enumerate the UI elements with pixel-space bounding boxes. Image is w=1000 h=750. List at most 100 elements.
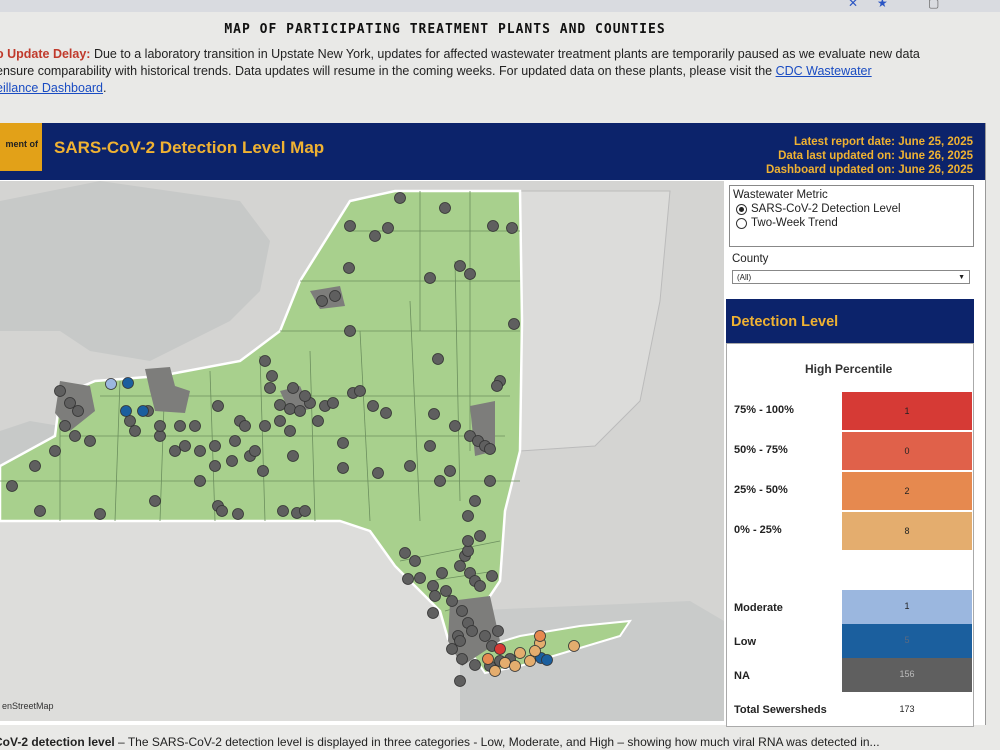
plant-marker[interactable] (429, 590, 441, 602)
plant-marker[interactable] (568, 640, 580, 652)
plant-marker[interactable] (239, 420, 251, 432)
plant-marker[interactable] (216, 505, 228, 517)
close-icon[interactable]: ✕ (848, 0, 858, 10)
plant-marker[interactable] (194, 445, 206, 457)
plant-marker[interactable] (316, 295, 328, 307)
cdc-dashboard-link[interactable]: CDC Wastewater (776, 64, 872, 78)
plant-marker[interactable] (482, 653, 494, 665)
plant-marker[interactable] (343, 262, 355, 274)
plant-marker[interactable] (380, 407, 392, 419)
plant-marker[interactable] (479, 630, 491, 642)
plant-marker[interactable] (372, 467, 384, 479)
plant-marker[interactable] (514, 647, 526, 659)
plant-marker[interactable] (120, 405, 132, 417)
plant-marker[interactable] (154, 430, 166, 442)
plant-marker[interactable] (440, 585, 452, 597)
plant-marker[interactable] (209, 440, 221, 452)
plant-marker[interactable] (399, 547, 411, 559)
plant-marker[interactable] (194, 475, 206, 487)
plant-marker[interactable] (474, 580, 486, 592)
plant-marker[interactable] (259, 355, 271, 367)
plant-marker[interactable] (469, 495, 481, 507)
plant-marker[interactable] (491, 380, 503, 392)
plant-marker[interactable] (129, 425, 141, 437)
plant-marker[interactable] (249, 445, 261, 457)
plant-marker[interactable] (344, 220, 356, 232)
plant-marker[interactable] (137, 405, 149, 417)
plant-marker[interactable] (394, 192, 406, 204)
metric-option-trend[interactable]: Two-Week Trend (736, 217, 973, 229)
cdc-dashboard-link-cont[interactable]: eillance Dashboard (0, 81, 103, 95)
plant-marker[interactable] (494, 643, 506, 655)
plant-marker[interactable] (174, 420, 186, 432)
plant-marker[interactable] (509, 660, 521, 672)
plant-marker[interactable] (492, 625, 504, 637)
plant-marker[interactable] (499, 657, 511, 669)
plant-marker[interactable] (484, 443, 496, 455)
bookmark-star-icon[interactable]: ★ (877, 0, 888, 10)
plant-marker[interactable] (486, 570, 498, 582)
plant-marker[interactable] (404, 460, 416, 472)
plant-marker[interactable] (489, 665, 501, 677)
plant-marker[interactable] (6, 480, 18, 492)
plant-marker[interactable] (154, 420, 166, 432)
plant-marker[interactable] (454, 635, 466, 647)
plant-marker[interactable] (427, 607, 439, 619)
plant-marker[interactable] (524, 655, 536, 667)
dashboard-tab[interactable]: ment of (0, 123, 42, 171)
plant-marker[interactable] (277, 505, 289, 517)
plant-marker[interactable] (284, 403, 296, 415)
county-select[interactable]: (All) ▼ (732, 270, 970, 284)
plant-marker[interactable] (424, 440, 436, 452)
plant-marker[interactable] (259, 420, 271, 432)
plant-marker[interactable] (337, 462, 349, 474)
plant-marker[interactable] (456, 653, 468, 665)
plant-marker[interactable] (264, 382, 276, 394)
plant-marker[interactable] (428, 408, 440, 420)
plant-marker[interactable] (312, 415, 324, 427)
plant-marker[interactable] (354, 385, 366, 397)
menu-icon[interactable]: ▢ (928, 0, 939, 10)
plant-marker[interactable] (49, 445, 61, 457)
plant-marker[interactable] (436, 567, 448, 579)
plant-marker[interactable] (209, 460, 221, 472)
plant-marker[interactable] (508, 318, 520, 330)
plant-marker[interactable] (367, 400, 379, 412)
plant-marker[interactable] (29, 460, 41, 472)
plant-marker[interactable] (122, 377, 134, 389)
plant-marker[interactable] (506, 222, 518, 234)
plant-marker[interactable] (229, 435, 241, 447)
plant-marker[interactable] (434, 475, 446, 487)
plant-marker[interactable] (287, 382, 299, 394)
plant-marker[interactable] (337, 437, 349, 449)
plant-marker[interactable] (212, 400, 224, 412)
plant-marker[interactable] (124, 415, 136, 427)
plant-marker[interactable] (444, 465, 456, 477)
plant-marker[interactable] (329, 290, 341, 302)
plant-marker[interactable] (484, 475, 496, 487)
plant-marker[interactable] (424, 272, 436, 284)
plant-marker[interactable] (94, 508, 106, 520)
plant-marker[interactable] (327, 397, 339, 409)
plant-marker[interactable] (469, 659, 481, 671)
plant-marker[interactable] (474, 530, 486, 542)
plant-marker[interactable] (149, 495, 161, 507)
plant-marker[interactable] (462, 535, 474, 547)
legend-row-na[interactable]: NA 156 (727, 658, 975, 692)
plant-marker[interactable] (169, 445, 181, 457)
plant-marker[interactable] (34, 505, 46, 517)
plant-marker[interactable] (454, 260, 466, 272)
plant-marker[interactable] (462, 545, 474, 557)
plant-marker[interactable] (466, 625, 478, 637)
plant-marker[interactable] (454, 675, 466, 687)
plant-marker[interactable] (274, 415, 286, 427)
plant-marker[interactable] (274, 399, 286, 411)
plant-marker[interactable] (266, 370, 278, 382)
plant-marker[interactable] (59, 420, 71, 432)
plant-marker[interactable] (344, 325, 356, 337)
plant-marker[interactable] (226, 455, 238, 467)
legend-row-low[interactable]: Low 5 (727, 624, 975, 658)
plant-marker[interactable] (369, 230, 381, 242)
map-canvas[interactable]: enStreetMap (0, 181, 724, 721)
plant-marker[interactable] (541, 654, 553, 666)
